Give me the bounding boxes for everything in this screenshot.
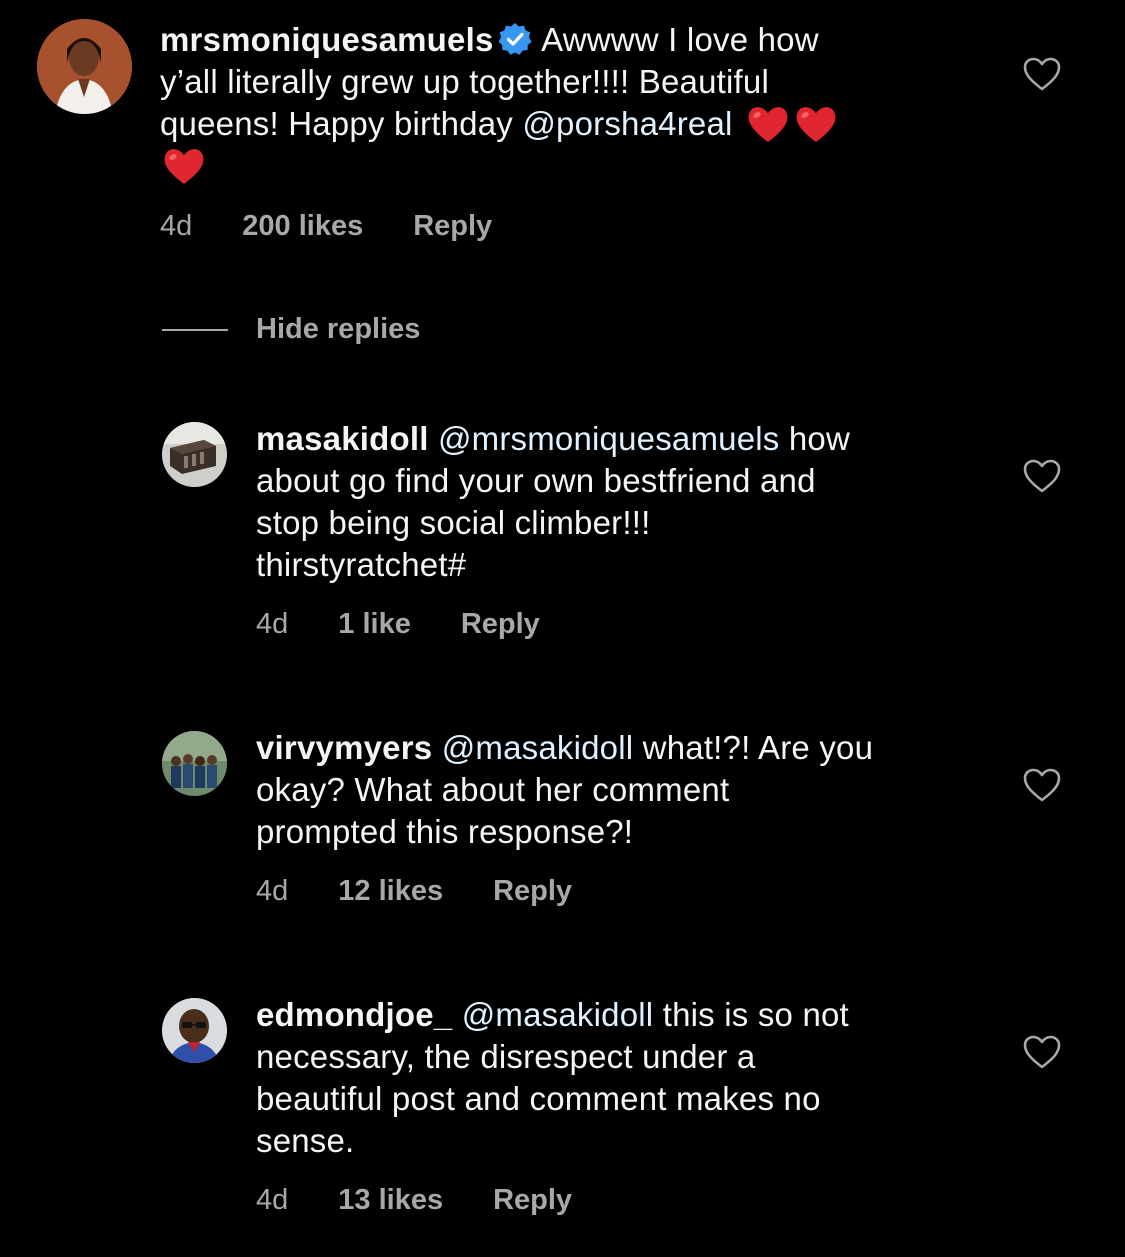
reply-line-3: beautiful post and comment makes no (256, 1080, 821, 1117)
comment-line-2: y’all literally grew up together!!!! Bea… (160, 63, 770, 100)
reply-button[interactable]: Reply (493, 875, 572, 908)
reply-line-3: stop being social climber!!! (256, 504, 651, 541)
main-comment: mrsmoniquesamuels Awwww I love how y’all… (0, 0, 1125, 260)
comment-meta: 4d 12 likes Reply (256, 875, 572, 908)
reply-line-1: this is so not (653, 996, 849, 1033)
reply-button[interactable]: Reply (461, 608, 540, 641)
reply-button[interactable]: Reply (413, 210, 492, 243)
username[interactable]: edmondjoe_ (256, 996, 452, 1033)
red-heart-emoji-icon (748, 107, 788, 142)
heart-outline-icon[interactable] (1022, 1034, 1062, 1070)
comment-line-3: queens! Happy birthday (160, 105, 523, 142)
username[interactable]: mrsmoniquesamuels (160, 21, 494, 58)
timestamp: 4d (256, 608, 289, 640)
reply-line-2: necessary, the disrespect under a (256, 1038, 756, 1075)
avatar[interactable] (162, 731, 227, 796)
divider-line (162, 328, 228, 331)
hide-replies-label: Hide replies (256, 313, 421, 345)
reply-line-4: thirstyratchet# (256, 546, 467, 583)
reply-line-2: about go find your own bestfriend and (256, 462, 816, 499)
reply-text: masakidoll @mrsmoniquesamuels how about … (256, 418, 976, 586)
reply-text: edmondjoe_ @masakidoll this is so not ne… (256, 994, 976, 1162)
verified-badge-icon (497, 23, 532, 55)
likes-count[interactable]: 1 like (338, 608, 411, 641)
reply-line-2: okay? What about her comment (256, 771, 730, 808)
reply-comment: edmondjoe_ @masakidoll this is so not ne… (0, 996, 1125, 1236)
red-heart-emoji-icon (164, 149, 204, 184)
likes-count[interactable]: 200 likes (242, 210, 363, 243)
reply-line-1: how (779, 420, 851, 457)
comment-line-1: Awwww I love how (541, 21, 819, 58)
red-heart-emoji-icon (796, 107, 836, 142)
reply-button[interactable]: Reply (493, 1184, 572, 1217)
comments-thread: mrsmoniquesamuels Awwww I love how y’all… (0, 0, 1125, 1257)
comment-meta: 4d 13 likes Reply (256, 1184, 572, 1217)
timestamp: 4d (256, 875, 289, 907)
avatar-image (37, 19, 132, 114)
avatar[interactable] (162, 998, 227, 1063)
mention-link[interactable]: @porsha4real (522, 105, 732, 142)
mention-link[interactable]: @masakidoll (442, 729, 634, 766)
likes-count[interactable]: 13 likes (338, 1184, 443, 1217)
timestamp: 4d (256, 1184, 289, 1216)
timestamp: 4d (160, 210, 193, 242)
username[interactable]: masakidoll (256, 420, 429, 457)
heart-outline-icon[interactable] (1022, 458, 1062, 494)
mention-link[interactable]: @mrsmoniquesamuels (438, 420, 780, 457)
avatar-image (162, 998, 227, 1063)
reply-comment: masakidoll @mrsmoniquesamuels how about … (0, 420, 1125, 660)
heart-outline-icon[interactable] (1022, 56, 1062, 92)
reply-line-4: sense. (256, 1122, 355, 1159)
comment-text: mrsmoniquesamuels Awwww I love how y’all… (160, 19, 960, 187)
avatar-image (162, 422, 227, 487)
comment-meta: 4d 200 likes Reply (160, 210, 492, 243)
avatar-image (162, 731, 227, 796)
heart-outline-icon[interactable] (1022, 767, 1062, 803)
reply-line-3: prompted this response?! (256, 813, 634, 850)
reply-text: virvymyers @masakidoll what!?! Are you o… (256, 727, 1016, 853)
hide-replies-button[interactable]: Hide replies (162, 313, 420, 346)
likes-count[interactable]: 12 likes (338, 875, 443, 908)
comment-meta: 4d 1 like Reply (256, 608, 540, 641)
reply-comment: virvymyers @masakidoll what!?! Are you o… (0, 729, 1125, 929)
reply-line-1: what!?! Are you (633, 729, 874, 766)
username[interactable]: virvymyers (256, 729, 432, 766)
avatar[interactable] (162, 422, 227, 487)
avatar[interactable] (37, 19, 132, 114)
mention-link[interactable]: @masakidoll (462, 996, 654, 1033)
